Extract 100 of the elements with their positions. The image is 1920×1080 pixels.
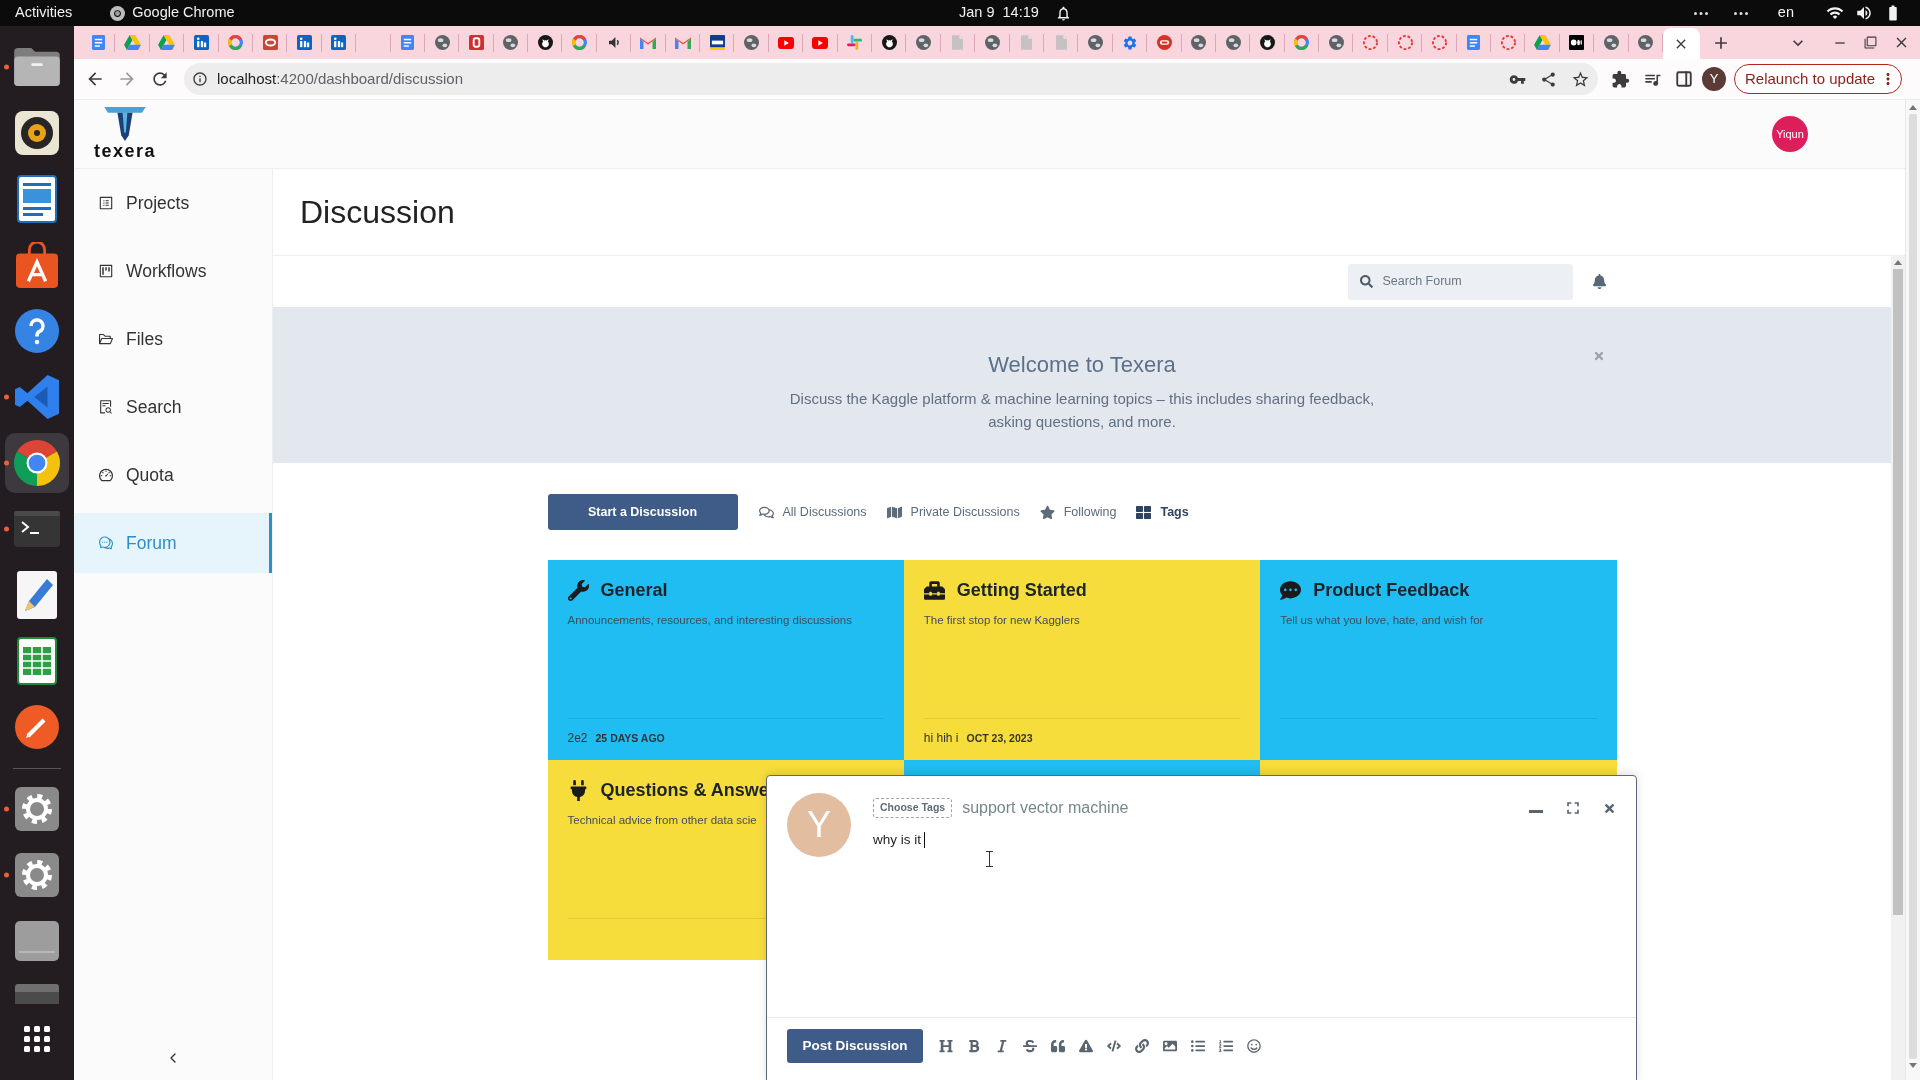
numbered-list-icon[interactable] xyxy=(1219,1039,1233,1053)
link-icon[interactable] xyxy=(1135,1039,1149,1053)
cat-icon xyxy=(537,35,553,50)
tile-icon xyxy=(297,35,313,50)
reload-icon[interactable] xyxy=(150,69,170,89)
sidebar-item[interactable]: Search xyxy=(74,377,272,437)
code-editor-icon xyxy=(15,375,59,419)
smiley-icon[interactable] xyxy=(1247,1039,1261,1053)
restore-icon[interactable] xyxy=(1864,36,1877,49)
document-icon xyxy=(401,35,415,50)
browser-tab[interactable] xyxy=(881,35,897,50)
speech-bubble-icon xyxy=(1280,579,1302,601)
more-icon[interactable] xyxy=(1733,11,1748,15)
heading-icon[interactable] xyxy=(939,1039,953,1053)
globe-icon xyxy=(1191,35,1207,50)
search-field[interactable]: Search Forum xyxy=(1347,263,1573,300)
card-title: General xyxy=(600,578,668,602)
italic-icon[interactable] xyxy=(995,1039,1009,1053)
user-avatar[interactable]: Yiqun xyxy=(1772,116,1808,152)
gauge-icon xyxy=(98,467,114,483)
title-field[interactable]: support vector machine xyxy=(962,796,1529,820)
triangle-icon xyxy=(1534,35,1552,50)
chat-icon xyxy=(98,535,114,551)
globe-icon xyxy=(744,35,760,50)
quote-icon[interactable] xyxy=(1051,1039,1065,1053)
activities-button[interactable]: Activities xyxy=(15,2,73,24)
globe-icon xyxy=(1638,35,1654,50)
scrollbar-thumb[interactable] xyxy=(1893,269,1903,915)
latest-post-link[interactable]: hi hih i xyxy=(923,730,959,745)
scroll-up-icon[interactable] xyxy=(1909,105,1917,110)
dock-button[interactable] xyxy=(5,433,69,493)
browser-tab[interactable] xyxy=(709,35,725,50)
side-panel-icon[interactable] xyxy=(1675,70,1693,88)
document-icon xyxy=(17,175,57,223)
bold-icon[interactable] xyxy=(967,1039,981,1053)
bullet-list-icon[interactable] xyxy=(1191,1039,1205,1053)
scroll-up-icon[interactable] xyxy=(1894,260,1902,265)
info-icon[interactable] xyxy=(192,71,208,87)
image-icon[interactable] xyxy=(1163,1039,1177,1053)
sidebar-item[interactable]: Quota xyxy=(74,445,272,505)
sidebar-item[interactable]: Workflows xyxy=(74,241,272,301)
scrollbar-thumb[interactable] xyxy=(1909,114,1917,1059)
share-icon[interactable] xyxy=(1540,70,1557,88)
star-icon[interactable] xyxy=(1571,69,1590,89)
wifi-icon[interactable] xyxy=(1826,4,1844,22)
filter-tab[interactable]: Private Discussions xyxy=(886,502,1020,522)
address-bar[interactable]: localhost:4200/dashboard/discussion xyxy=(184,63,1598,95)
gear-icon xyxy=(15,853,59,897)
close-icon[interactable] xyxy=(1603,801,1616,815)
latest-post-link[interactable]: 2e2 xyxy=(567,730,588,745)
logo-icon[interactable] xyxy=(104,107,146,141)
page-icon xyxy=(952,35,964,50)
sidebar-item[interactable]: Projects xyxy=(74,173,272,233)
tile-icon xyxy=(469,35,484,50)
browser-tab[interactable] xyxy=(1569,35,1585,50)
globe-icon xyxy=(984,35,1000,50)
more-icon[interactable] xyxy=(1693,11,1708,15)
terminal-icon xyxy=(14,511,60,547)
filter-tab[interactable]: All Discussions xyxy=(758,502,867,522)
wrench-icon xyxy=(567,579,589,601)
globe-icon xyxy=(503,35,519,50)
category-card[interactable]: Product Feedback Tell us what you love, hate, and wish for xyxy=(1260,560,1617,760)
category-card[interactable]: Getting Started The first stop for new Kagglers hi hih i OCT 23, 2023 xyxy=(903,560,1261,760)
filter-tab[interactable]: Following xyxy=(1039,502,1117,522)
globe-icon xyxy=(1225,35,1241,50)
browser-tab[interactable] xyxy=(608,37,620,48)
browser-tab[interactable] xyxy=(1259,35,1275,50)
apps-grid-icon[interactable] xyxy=(24,1026,50,1052)
code-icon[interactable] xyxy=(1107,1039,1121,1053)
play-icon xyxy=(778,36,794,49)
language-indicator[interactable]: en xyxy=(1777,2,1794,24)
page-icon xyxy=(1055,35,1067,50)
strikethrough-icon[interactable] xyxy=(1023,1039,1037,1053)
latest-post-date: 25 DAYS AGO xyxy=(595,730,665,745)
scroll-down-icon[interactable] xyxy=(1909,1063,1917,1068)
filter-tab[interactable]: Tags xyxy=(1136,502,1189,522)
play-icon xyxy=(812,36,829,49)
profile-avatar[interactable]: Y xyxy=(1702,67,1726,91)
minimize-icon[interactable] xyxy=(1529,809,1543,813)
hash-icon xyxy=(847,35,863,50)
ring-icon xyxy=(572,35,588,50)
sidebar-item[interactable]: Files xyxy=(74,309,272,369)
start-discussion-button[interactable]: Start a Discussion xyxy=(547,494,738,530)
bell-icon[interactable] xyxy=(1591,274,1607,289)
choose-tags-button[interactable]: Choose Tags xyxy=(873,798,953,818)
volume-icon[interactable] xyxy=(1855,4,1873,22)
dashed-circle-icon xyxy=(1363,35,1379,50)
shopping-bag-icon xyxy=(16,242,58,288)
card-description: Tell us what you love, hate, and wish for xyxy=(1280,613,1484,627)
app-menu[interactable]: Google Chrome xyxy=(132,2,235,24)
warning-icon[interactable] xyxy=(1079,1039,1093,1053)
spreadsheet-icon xyxy=(17,637,57,685)
category-card[interactable]: General Announcements, resources, and interesting discussions 2e2 25 DAYS AGO xyxy=(547,560,904,760)
relaunch-button[interactable]: Relaunch to update xyxy=(1734,64,1903,94)
globe-icon xyxy=(1088,35,1103,50)
puzzle-icon[interactable] xyxy=(1611,69,1630,89)
clock[interactable]: Jan 9 14:19 xyxy=(959,2,1039,24)
post-discussion-button[interactable]: Post Discussion xyxy=(787,1029,923,1063)
browser-tab[interactable] xyxy=(537,35,553,50)
cat-icon xyxy=(881,35,897,50)
